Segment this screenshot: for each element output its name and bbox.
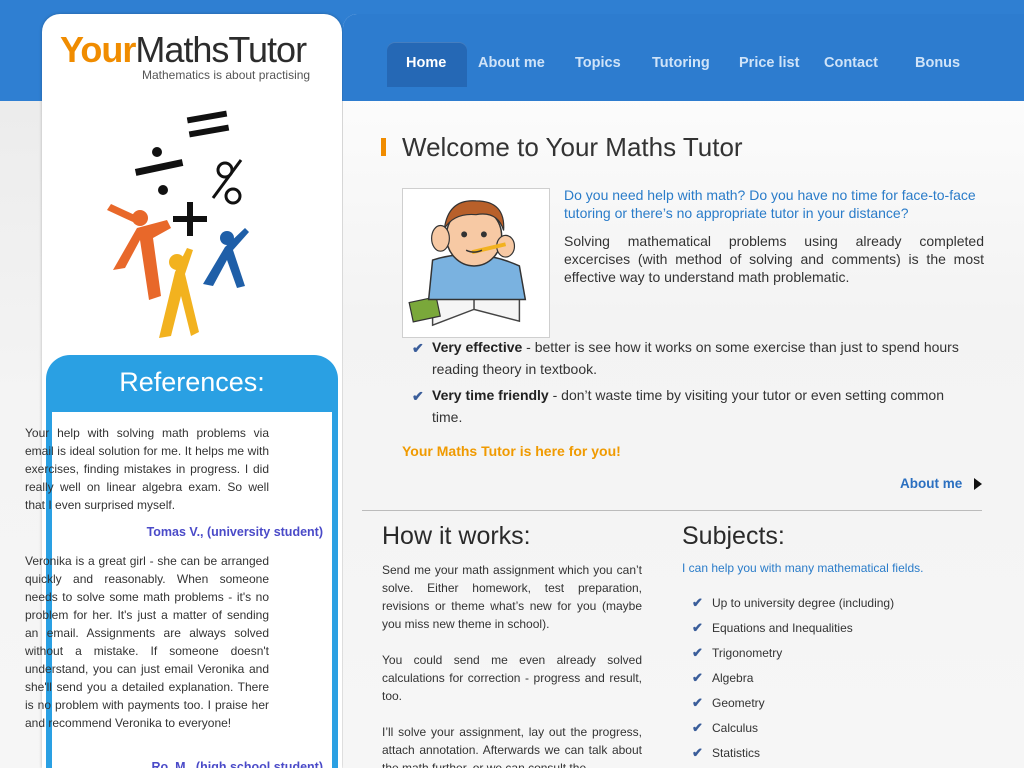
reference-text: Veronika is a great girl - she can be ar… — [25, 554, 269, 730]
checkmark-icon: ✔ — [692, 645, 703, 660]
references-title: References: — [119, 367, 265, 397]
benefit-title: Very time friendly — [432, 387, 549, 403]
subject-item: Statistics — [712, 746, 761, 760]
subject-item: Up to university degree (including) — [712, 596, 895, 610]
checkmark-icon: ✔ — [692, 695, 703, 710]
how-it-works-paragraph: Send me your math assignment which you c… — [382, 563, 642, 631]
checkmark-icon: ✔ — [692, 620, 703, 635]
nav-topics[interactable]: Topics — [575, 55, 621, 71]
boy-studying-picture — [402, 188, 550, 338]
checkmark-icon: ✔ — [412, 388, 424, 404]
section-divider — [362, 510, 982, 511]
checkmark-icon: ✔ — [692, 670, 703, 685]
logo-part-your: Your — [60, 29, 136, 70]
about-me-link[interactable]: About me — [900, 476, 962, 491]
nav-contact[interactable]: Contact — [824, 55, 878, 71]
tagline-highlight: Your Maths Tutor is here for you! — [402, 443, 621, 459]
intro-question: Do you need help with math? Do you have … — [564, 187, 976, 221]
checkmark-icon: ✔ — [692, 720, 703, 735]
logo-part-mathstutor: MathsTutor — [135, 29, 307, 70]
nav-about-me[interactable]: About me — [478, 55, 545, 71]
checkmark-icon: ✔ — [692, 745, 703, 760]
nav-bonus[interactable]: Bonus — [915, 55, 960, 71]
play-arrow-icon[interactable] — [974, 478, 982, 490]
checkmark-icon: ✔ — [412, 340, 424, 356]
how-it-works-title: How it works: — [382, 522, 531, 550]
subject-item: Algebra — [712, 671, 754, 685]
title-accent-bar — [381, 138, 386, 156]
nav-tutoring[interactable]: Tutoring — [652, 55, 710, 71]
benefit-title: Very effective — [432, 339, 523, 355]
math-figures-illustration — [107, 110, 249, 338]
subjects-title: Subjects: — [682, 522, 785, 550]
site-tagline: Mathematics is about practising — [142, 68, 311, 82]
subjects-intro: I can help you with many mathematical fi… — [682, 561, 924, 575]
reference-author: Ro..M., (high school student) — [151, 760, 323, 768]
page-title: Welcome to Your Maths Tutor — [402, 132, 743, 162]
subject-item: Trigonometry — [712, 646, 783, 660]
benefit-item: Very time friendly - don’t waste time by… — [432, 384, 972, 428]
benefit-item: Very effective - better is see how it wo… — [432, 336, 972, 380]
checkmark-icon: ✔ — [692, 595, 703, 610]
subject-item: Equations and Inequalities — [712, 621, 853, 635]
nav-home[interactable]: Home — [406, 55, 446, 71]
subject-item: Calculus — [712, 721, 759, 735]
nav-price-list[interactable]: Price list — [739, 55, 799, 71]
how-it-works-paragraph: I’ll solve your assignment, lay out the … — [382, 725, 642, 768]
reference-text: Your help with solving math problems via… — [25, 426, 269, 512]
how-it-works-paragraph: You could send me even already solved ca… — [382, 653, 642, 703]
subject-item: Geometry — [712, 696, 765, 710]
site-logo[interactable]: YourMathsTutor — [60, 29, 307, 70]
intro-paragraph: Solving mathematical problems using alre… — [564, 233, 984, 285]
reference-author: Tomas V., (university student) — [146, 525, 323, 539]
